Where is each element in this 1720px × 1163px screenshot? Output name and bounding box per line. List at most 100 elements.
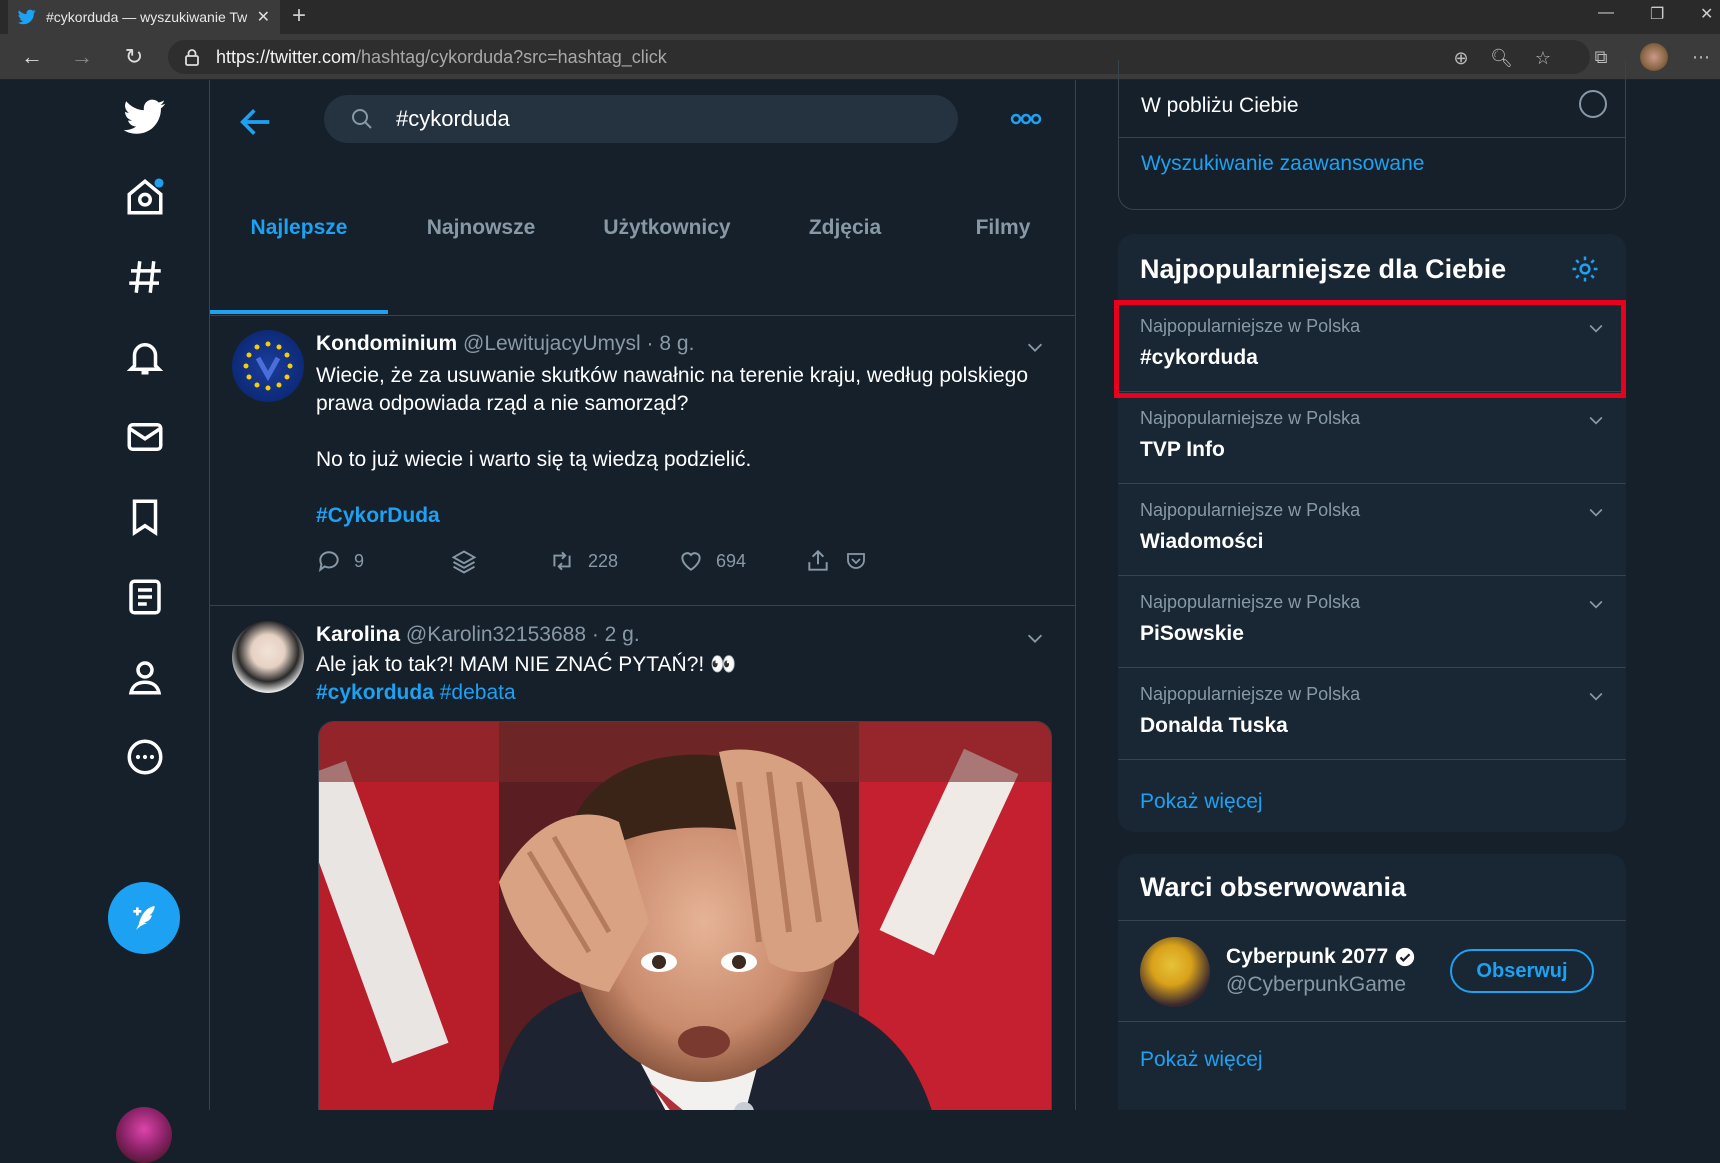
tweet-time[interactable]: · 2 g. [592, 623, 640, 646]
home-icon[interactable] [124, 176, 166, 218]
refresh-icon[interactable]: ↻ [120, 43, 148, 71]
verified-badge-icon [1396, 947, 1415, 967]
tweet-author-handle[interactable]: @Karolin32153688 [406, 623, 586, 646]
trend-context: Najpopularniejsze w Polska [1140, 316, 1361, 336]
messages-envelope-icon[interactable] [124, 416, 166, 458]
suggestion-handle[interactable]: @CyberpunkGame [1226, 973, 1406, 997]
reply-count: 9 [354, 550, 365, 571]
chevron-down-icon[interactable] [1586, 502, 1606, 522]
heart-icon [681, 552, 701, 571]
chevron-down-icon[interactable] [1024, 336, 1046, 358]
browser-tab[interactable]: #cykorduda — wyszukiwanie Tw ✕ [8, 0, 280, 34]
explore-hashtag-icon[interactable] [124, 256, 166, 298]
tweet-time[interactable]: · 8 g. [647, 332, 695, 355]
tweet-author-name[interactable]: Kondominium [316, 332, 457, 355]
hashtag-link[interactable]: #cykorduda [316, 681, 434, 704]
more-options-icon[interactable] [124, 736, 166, 778]
tweet-text-paragraph: No to już wiecie i warto się tą wiedzą p… [316, 448, 752, 471]
tab-filmy[interactable]: Filmy [930, 190, 1075, 266]
trend-context: Najpopularniejsze w Polska [1140, 592, 1361, 612]
lock-icon [185, 49, 199, 66]
notifications-bell-icon[interactable] [124, 336, 166, 378]
tab-zdjecia[interactable]: Zdjęcia [760, 190, 930, 266]
tab-uzytkownicy[interactable]: Użytkownicy [574, 190, 760, 266]
like-button[interactable]: 694 [678, 548, 746, 574]
bookmark-icon[interactable] [124, 496, 166, 538]
active-tab-indicator [210, 310, 388, 314]
tweet-avatar[interactable] [232, 330, 304, 402]
show-more-link[interactable]: Pokaż więcej [1140, 790, 1263, 814]
minimize-icon[interactable]: — [1598, 4, 1614, 22]
nearby-label: W pobliżu Ciebie [1141, 94, 1299, 117]
tweet-text-line: Wiecie, że za usuwanie skutków nawałnic … [316, 364, 1029, 387]
stack-button[interactable] [450, 548, 490, 576]
back-arrow-icon[interactable]: ← [18, 43, 46, 71]
chevron-down-icon[interactable] [1586, 594, 1606, 614]
chevron-down-icon[interactable] [1586, 410, 1606, 430]
reply-icon [318, 551, 339, 572]
search-box[interactable] [324, 95, 958, 143]
restore-icon[interactable]: ❐ [1650, 4, 1664, 24]
chevron-down-icon[interactable] [1586, 318, 1606, 338]
twitter-logo-icon[interactable] [124, 96, 166, 138]
reply-button[interactable]: 9 [316, 548, 364, 574]
trend-item[interactable]: Najpopularniejsze w Polska Wiadomości [1118, 484, 1626, 576]
gear-icon[interactable] [1570, 254, 1600, 284]
right-sidebar: W pobliżu Ciebie Wyszukiwanie zaawansowa… [1076, 60, 1720, 1110]
tweet-author-handle[interactable]: @LewitujacyUmysl [463, 332, 641, 355]
new-tab-icon[interactable]: + [292, 2, 306, 30]
trend-context: Najpopularniejsze w Polska [1140, 500, 1361, 520]
follow-button[interactable]: Obserwuj [1450, 949, 1594, 993]
trend-name: PiSowskie [1140, 622, 1244, 645]
trend-context: Najpopularniejsze w Polska [1140, 684, 1361, 704]
show-more-link[interactable]: Pokaż więcej [1140, 1048, 1263, 1072]
tweet[interactable]: Kondominium @LewitujacyUmysl · 8 g. Wiec… [210, 316, 1075, 606]
close-tab-icon[interactable]: ✕ [257, 7, 270, 27]
nearby-radio[interactable] [1579, 90, 1607, 118]
share-icon [808, 549, 828, 571]
suggestion-name[interactable]: Cyberpunk 2077 [1226, 945, 1388, 969]
advanced-search-link[interactable]: Wyszukiwanie zaawansowane [1141, 152, 1424, 176]
cyberpunk-avatar[interactable] [1140, 937, 1210, 1007]
compose-tweet-button[interactable] [108, 882, 180, 954]
trend-name: Donalda Tuska [1140, 714, 1288, 737]
browser-menu-icon[interactable]: ⋯ [1690, 46, 1712, 68]
browser-tab-title: #cykorduda — wyszukiwanie Tw [46, 9, 248, 25]
forward-arrow-icon[interactable]: → [68, 43, 96, 71]
trend-item[interactable]: Najpopularniejsze w Polska #cykorduda [1118, 300, 1626, 392]
lists-icon[interactable] [124, 576, 166, 618]
retweet-button[interactable]: 228 [548, 548, 618, 574]
tweet-text: Ale jak to tak?! MAM NIE ZNAĆ PYTAŃ?! 👀 [316, 653, 737, 676]
trend-item[interactable]: Najpopularniejsze w Polska TVP Info [1118, 392, 1626, 484]
more-dots-icon[interactable] [1006, 104, 1046, 134]
trend-name: #cykorduda [1140, 346, 1258, 369]
search-tabs: Najlepsze Najnowsze Użytkownicy Zdjęcia … [210, 160, 1075, 316]
tweet[interactable]: Karolina @Karolin32153688 · 2 g. Ale jak… [210, 607, 1075, 1110]
feather-plus-icon [133, 906, 155, 930]
trend-item[interactable]: Najpopularniejsze w Polska Donalda Tuska [1118, 668, 1626, 760]
who-to-follow-panel: Warci obserwowania Cyberpunk 2077 @Cyber… [1118, 854, 1626, 1110]
chevron-down-icon[interactable] [1024, 627, 1046, 649]
left-navigation [0, 80, 210, 1163]
profile-icon[interactable] [124, 656, 166, 698]
tweet-author-name[interactable]: Karolina [316, 623, 400, 646]
hashtag-link[interactable]: #debata [440, 681, 516, 704]
chevron-down-icon[interactable] [1586, 686, 1606, 706]
hashtag-link[interactable]: #CykorDuda [316, 502, 1056, 530]
follow-suggestion[interactable]: Cyberpunk 2077 @CyberpunkGame Obserwuj [1118, 920, 1626, 1022]
nearby-option[interactable]: W pobliżu Ciebie [1119, 80, 1625, 138]
search-options-panel: W pobliżu Ciebie Wyszukiwanie zaawansowa… [1118, 60, 1626, 210]
tweet-photo[interactable] [318, 721, 1052, 1110]
profile-avatar[interactable] [1640, 43, 1668, 71]
back-arrow-icon[interactable] [236, 102, 276, 142]
close-window-icon[interactable]: ✕ [1700, 4, 1713, 24]
tab-najnowsze[interactable]: Najnowsze [388, 190, 574, 266]
tweet-avatar[interactable] [232, 621, 304, 693]
search-input[interactable] [396, 106, 896, 132]
eu-stars-icon [243, 341, 293, 391]
user-avatar[interactable] [116, 1107, 172, 1163]
stack-icon [451, 550, 477, 574]
trend-item[interactable]: Najpopularniejsze w Polska PiSowskie [1118, 576, 1626, 668]
tab-najlepsze[interactable]: Najlepsze [210, 190, 388, 266]
share-button[interactable] [804, 548, 880, 574]
